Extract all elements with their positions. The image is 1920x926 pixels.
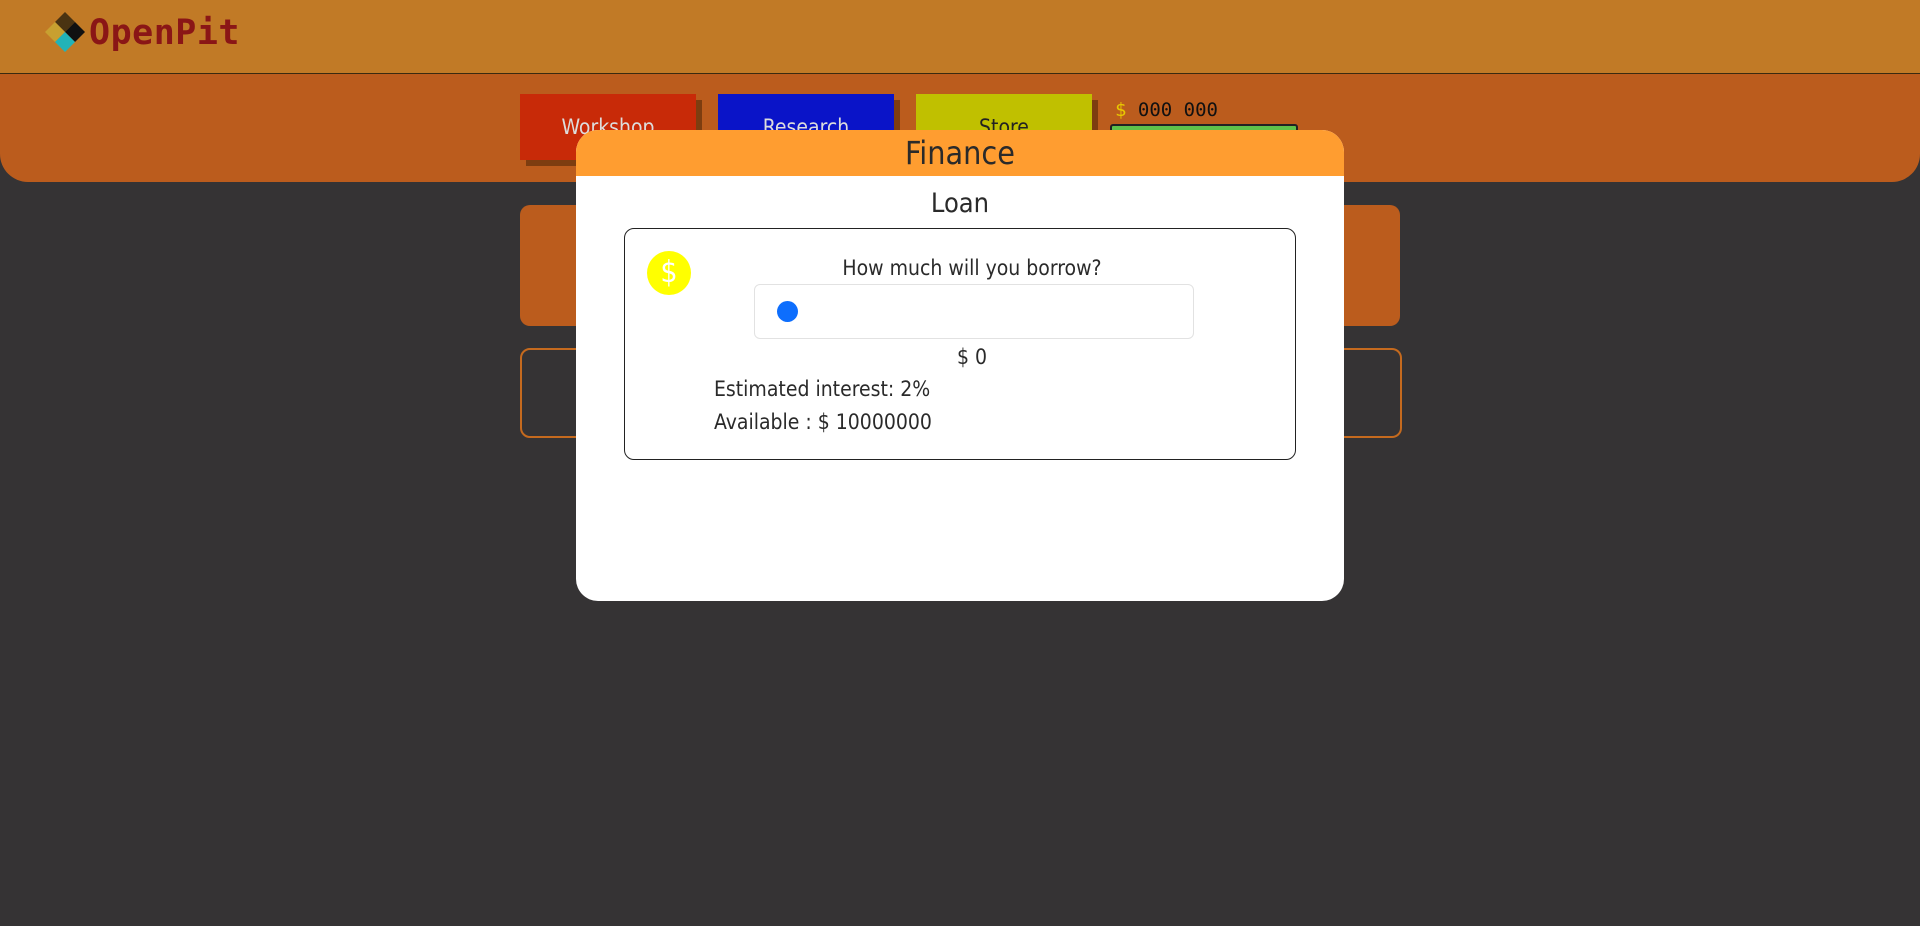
money-symbol: $ — [1115, 99, 1127, 121]
finance-modal: Finance Loan $ How much will you borrow?… — [576, 130, 1344, 601]
borrow-question: How much will you borrow? — [842, 256, 1102, 280]
loan-amount-label: $ 0 — [956, 345, 988, 369]
loan-amount-slider[interactable] — [754, 284, 1194, 339]
diamond-logo-icon — [45, 12, 85, 52]
loan-section-title: Loan — [930, 188, 990, 219]
money-value: 000 000 — [1137, 99, 1218, 121]
top-header: OpenPit — [0, 0, 1920, 74]
money-display: $ 000 000 — [1115, 99, 1218, 121]
modal-header: Finance — [576, 130, 1344, 176]
modal-title: Finance — [905, 134, 1015, 172]
estimated-interest: Estimated interest: 2% — [714, 377, 931, 401]
app-title: OpenPit — [89, 13, 241, 53]
available-amount: Available : $ 10000000 — [714, 410, 932, 434]
slider-thumb[interactable] — [777, 301, 798, 322]
loan-card: $ How much will you borrow? $ 0 Estimate… — [624, 228, 1296, 460]
